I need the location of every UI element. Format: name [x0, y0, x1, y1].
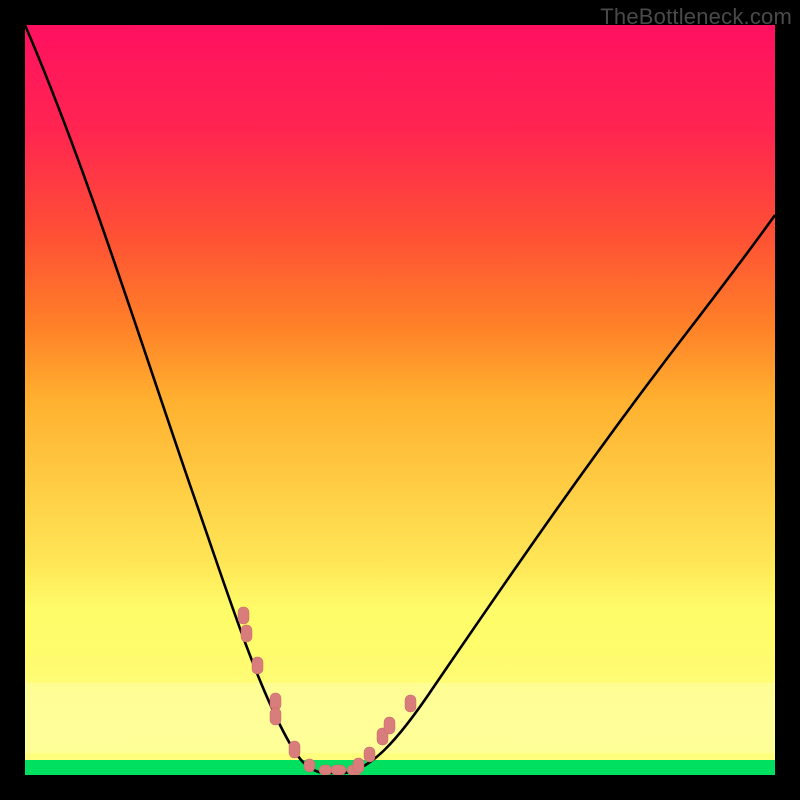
marker-dot — [270, 708, 281, 725]
marker-dot — [241, 625, 252, 642]
right-marker-cluster — [353, 695, 416, 773]
marker-dot — [405, 695, 416, 712]
outer-frame: TheBottleneck.com — [0, 0, 800, 800]
marker-dot — [364, 747, 375, 762]
marker-dot — [289, 741, 300, 758]
marker-dot — [353, 758, 364, 773]
marker-dot — [319, 765, 332, 775]
curve-svg — [25, 25, 775, 775]
plot-area — [25, 25, 775, 775]
bottleneck-curve — [25, 25, 775, 773]
attribution-text: TheBottleneck.com — [600, 4, 792, 30]
marker-dot — [270, 693, 281, 710]
marker-dot — [331, 765, 346, 775]
left-marker-cluster — [238, 607, 332, 775]
marker-dot — [304, 759, 315, 772]
marker-dot — [238, 607, 249, 624]
marker-dot — [384, 717, 395, 734]
marker-dot — [252, 657, 263, 674]
